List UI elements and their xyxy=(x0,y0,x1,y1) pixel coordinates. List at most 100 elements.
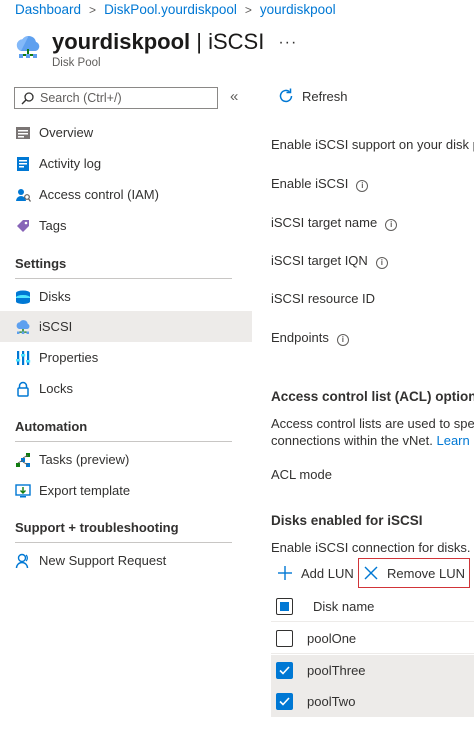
export-template-icon xyxy=(15,483,31,497)
section-header-automation: Automation xyxy=(15,419,88,434)
section-header-settings: Settings xyxy=(15,256,67,271)
info-icon[interactable]: i xyxy=(375,257,388,269)
checkmark-icon xyxy=(279,665,290,675)
sidebar-item-activity-log[interactable]: Activity log xyxy=(0,148,252,179)
table-row[interactable]: poolOne xyxy=(271,623,474,654)
sidebar-item-tags[interactable]: Tags xyxy=(0,210,252,241)
activity-log-icon xyxy=(17,156,29,171)
disk-pool-icon xyxy=(16,36,40,58)
field-label: Endpoints xyxy=(271,330,329,345)
row-checkbox[interactable] xyxy=(276,692,293,710)
add-lun-button[interactable]: Add LUN xyxy=(277,558,354,588)
refresh-icon xyxy=(279,88,293,103)
field-label: iSCSI target IQN xyxy=(271,253,368,268)
section-divider xyxy=(15,441,232,442)
sidebar-item-label: Tasks (preview) xyxy=(39,452,130,467)
breadcrumb-separator-icon: > xyxy=(244,2,252,17)
table-row[interactable]: poolThree xyxy=(271,655,474,686)
row-checkbox[interactable] xyxy=(276,661,293,679)
breadcrumb-separator-icon: > xyxy=(89,2,97,17)
enable-description: Enable iSCSI support on your disk pool xyxy=(271,137,474,152)
main-content: Refresh Enable iSCSI support on your dis… xyxy=(271,0,474,732)
remove-lun-label: Remove LUN xyxy=(387,565,466,581)
acl-description-line2: connections within the vNet. Learn more xyxy=(271,433,474,448)
info-icon[interactable]: i xyxy=(336,334,349,346)
field-iscsi-target-iqn: iSCSI target IQN i xyxy=(271,253,388,269)
field-iscsi-target-name: iSCSI target name i xyxy=(271,215,398,231)
sidebar-item-locks[interactable]: Locks xyxy=(0,373,252,404)
info-icon[interactable]: i xyxy=(385,219,398,231)
disk-name-cell: poolThree xyxy=(307,662,366,678)
disks-icon xyxy=(16,290,30,304)
overview-icon xyxy=(16,126,30,139)
iam-icon xyxy=(16,188,31,202)
sidebar-item-label: Disks xyxy=(39,289,71,304)
field-label: iSCSI target name xyxy=(271,215,378,230)
lock-icon xyxy=(17,381,29,397)
sidebar-item-label: New Support Request xyxy=(39,553,167,568)
search-box[interactable] xyxy=(14,87,218,109)
field-endpoints: Endpoints i xyxy=(271,330,349,346)
sidebar-item-properties[interactable]: Properties xyxy=(0,342,252,373)
field-label: Enable iSCSI xyxy=(271,176,349,191)
iscsi-icon xyxy=(16,319,30,334)
collapse-menu-icon[interactable]: « xyxy=(230,88,238,105)
sidebar-item-label: Activity log xyxy=(39,156,102,171)
sidebar-item-new-support-request[interactable]: New Support Request xyxy=(0,545,252,576)
field-label: iSCSI resource ID xyxy=(271,291,376,306)
sidebar-item-export-template[interactable]: Export template xyxy=(0,475,252,506)
sidebar-item-label: Overview xyxy=(39,125,94,140)
page-header: yourdiskpool | iSCSI Disk Pool ··· xyxy=(14,28,297,69)
table-header: Disk name xyxy=(271,592,474,622)
properties-icon xyxy=(16,350,31,365)
remove-lun-button[interactable]: Remove LUN xyxy=(358,558,471,588)
column-header-disk-name[interactable]: Disk name xyxy=(313,599,374,614)
acl-heading: Access control list (ACL) options xyxy=(271,389,474,404)
search-icon xyxy=(21,91,34,104)
sidebar-item-label: Access control (IAM) xyxy=(39,187,159,202)
sidebar-item-disks[interactable]: Disks xyxy=(0,281,252,312)
refresh-button[interactable]: Refresh xyxy=(277,87,348,105)
section-header-support: Support + troubleshooting xyxy=(15,520,179,535)
support-icon xyxy=(15,553,29,568)
info-icon[interactable]: i xyxy=(356,180,369,192)
field-iscsi-resource-id: iSCSI resource ID xyxy=(271,291,375,306)
resource-type: Disk Pool xyxy=(52,57,101,69)
breadcrumb-dashboard[interactable]: Dashboard xyxy=(15,2,81,17)
sidebar-item-iscsi[interactable]: iSCSI xyxy=(0,311,252,342)
plus-icon xyxy=(278,566,292,580)
table-row[interactable]: poolTwo xyxy=(271,686,474,717)
tasks-icon xyxy=(16,452,30,467)
resource-name: yourdiskpool xyxy=(52,29,191,54)
disk-name-cell: poolTwo xyxy=(307,693,356,709)
breadcrumb-diskpool[interactable]: DiskPool.yourdiskpool xyxy=(104,2,237,17)
tag-icon xyxy=(17,219,29,232)
search-input[interactable] xyxy=(40,91,210,105)
refresh-label: Refresh xyxy=(302,88,348,104)
learn-more-link[interactable]: Learn more xyxy=(436,433,474,448)
section-name: iSCSI xyxy=(208,29,265,54)
sidebar-item-overview[interactable]: Overview xyxy=(0,117,252,148)
sidebar-item-label: iSCSI xyxy=(39,319,73,334)
add-lun-label: Add LUN xyxy=(301,565,354,581)
acl-mode-label: ACL mode xyxy=(271,467,332,482)
sidebar-item-access-control[interactable]: Access control (IAM) xyxy=(0,179,252,210)
disks-description: Enable iSCSI connection for disks. To xyxy=(271,540,474,555)
acl-description-line1: Access control lists are used to specify xyxy=(271,416,474,431)
close-icon xyxy=(364,566,378,580)
row-checkbox[interactable] xyxy=(276,629,293,647)
section-divider xyxy=(15,278,232,279)
disks-heading: Disks enabled for iSCSI xyxy=(271,513,423,528)
select-all-checkbox[interactable] xyxy=(276,598,293,615)
acl-description-text: connections within the vNet. xyxy=(271,433,437,448)
page-title: yourdiskpool | iSCSI xyxy=(52,28,264,56)
disk-name-cell: poolOne xyxy=(307,630,357,646)
field-enable-iscsi: Enable iSCSI i xyxy=(271,176,369,192)
sidebar-item-tasks[interactable]: Tasks (preview) xyxy=(0,444,252,475)
section-divider xyxy=(15,542,232,543)
sidebar-item-label: Properties xyxy=(39,350,99,365)
title-separator: | xyxy=(190,29,209,54)
checkmark-icon xyxy=(279,696,290,706)
sidebar-item-label: Tags xyxy=(39,218,67,233)
sidebar-item-label: Export template xyxy=(39,483,131,498)
